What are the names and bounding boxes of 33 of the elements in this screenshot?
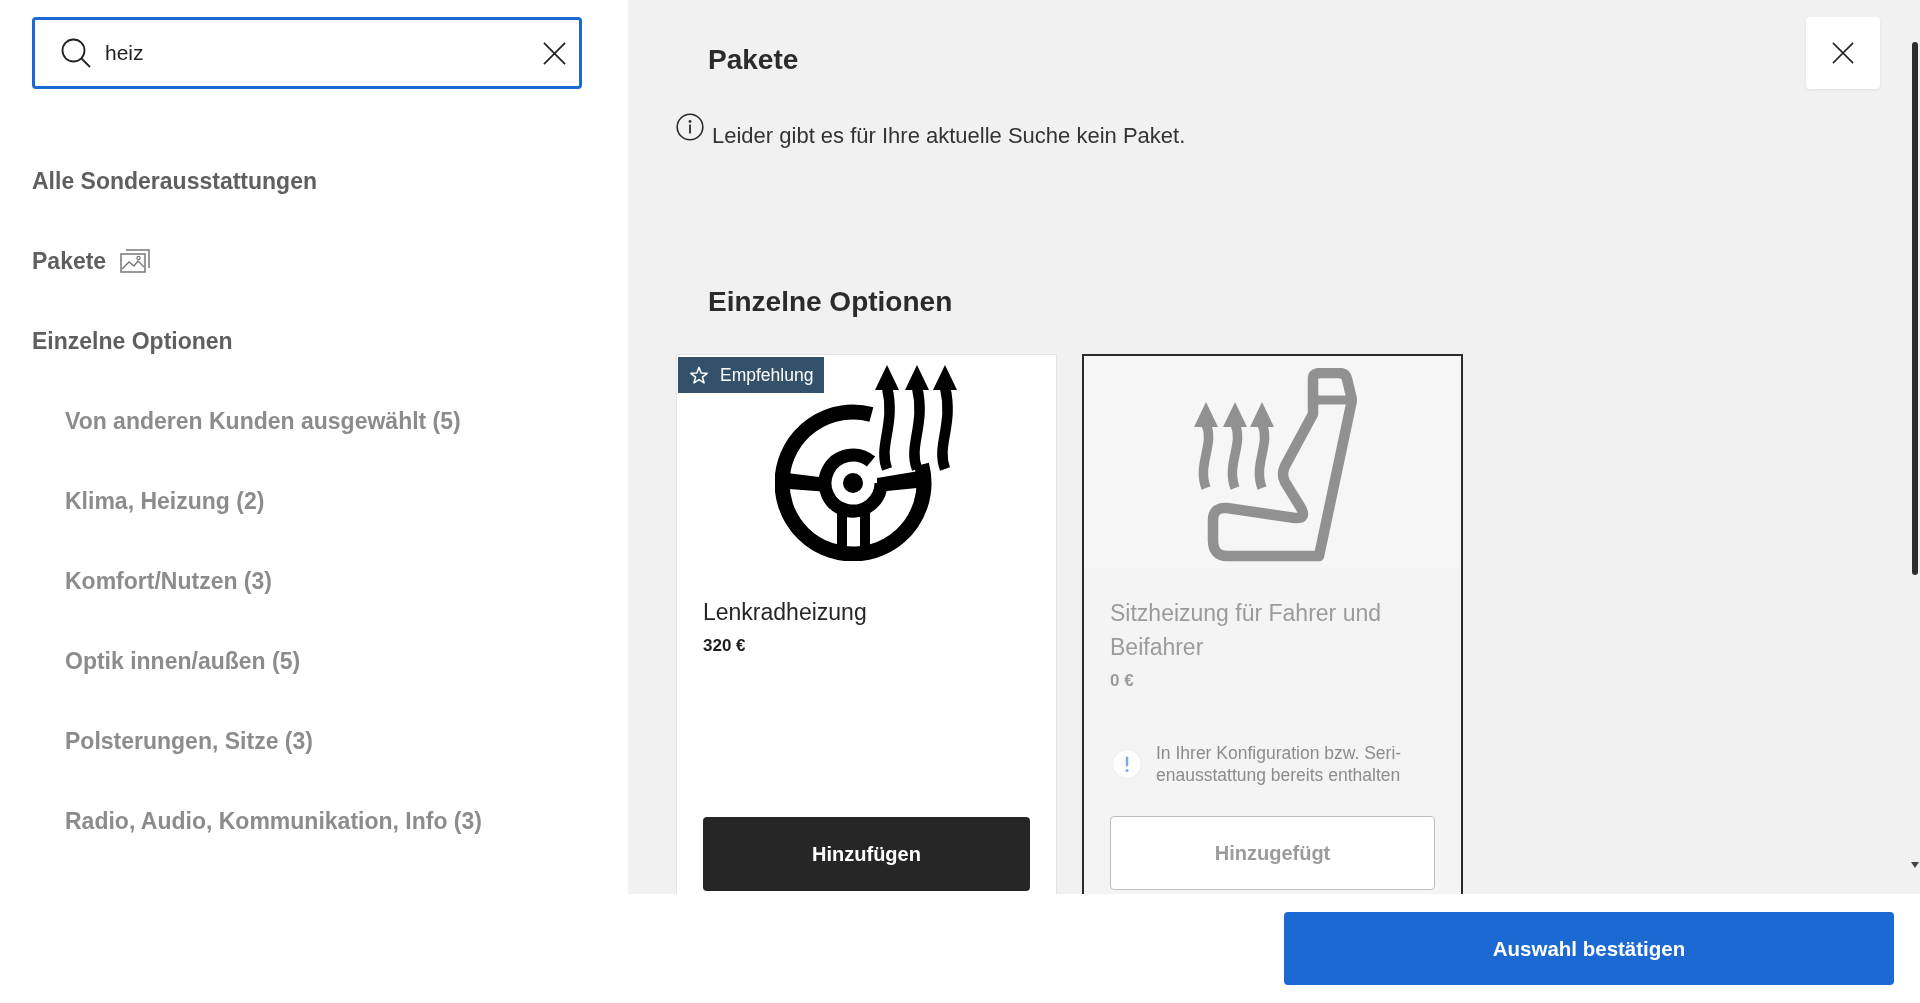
confirm-button[interactable]: Auswahl bestätigen	[1284, 912, 1894, 985]
exclamation-icon	[1112, 749, 1142, 779]
scrollbar-thumb[interactable]	[1912, 42, 1918, 575]
category-link[interactable]: Komfort/Nutzen (3)	[65, 567, 272, 595]
included-note: In Ihrer Konfiguration bzw. Seri-enausstattung bereits enthalten	[1156, 742, 1403, 786]
clear-button[interactable]	[540, 39, 568, 67]
option-price: 0 €	[1110, 670, 1135, 692]
close-icon	[542, 41, 566, 65]
category-link[interactable]: Einzelne Optionen	[32, 327, 233, 355]
category-link[interactable]: Radio, Audio, Kommunikation, Info (3)	[65, 807, 482, 835]
option-title: Sitzheizung für Fahrer und Beifahrer	[1110, 599, 1383, 662]
category-link[interactable]: Polsterungen, Sitze (3)	[65, 727, 313, 755]
images-icon	[120, 249, 151, 273]
info-message: Leider gibt es für Ihre aktuelle Suche kein Paket.	[712, 122, 1186, 150]
section-title: Pakete	[708, 43, 799, 77]
recommendation-badge: Empfehlung	[678, 357, 825, 393]
option-price: 320 €	[703, 635, 747, 657]
category-link[interactable]: Pakete	[32, 247, 107, 275]
add-button[interactable]: Hinzufügen	[703, 817, 1030, 891]
category-link[interactable]: Von anderen Kunden ausgewählt (5)	[65, 407, 461, 435]
search-icon	[61, 38, 91, 68]
section-title: Einzelne Optionen	[708, 285, 953, 319]
category-link[interactable]: Klima, Heizung (2)	[65, 487, 265, 515]
category-link[interactable]: Optik innen/außen (5)	[65, 647, 301, 675]
category-link[interactable]: Alle Sonderausstattungen	[32, 167, 317, 195]
option-title: Lenkradheizung	[703, 598, 868, 627]
info-icon	[676, 113, 704, 141]
added-button[interactable]: Hinzugefügt	[1110, 816, 1435, 890]
scroll-down-icon[interactable]	[1911, 862, 1919, 868]
search-field[interactable]: heiz	[32, 17, 582, 89]
close-button[interactable]	[1806, 17, 1880, 89]
star-icon	[689, 365, 709, 385]
close-icon	[1832, 42, 1854, 64]
